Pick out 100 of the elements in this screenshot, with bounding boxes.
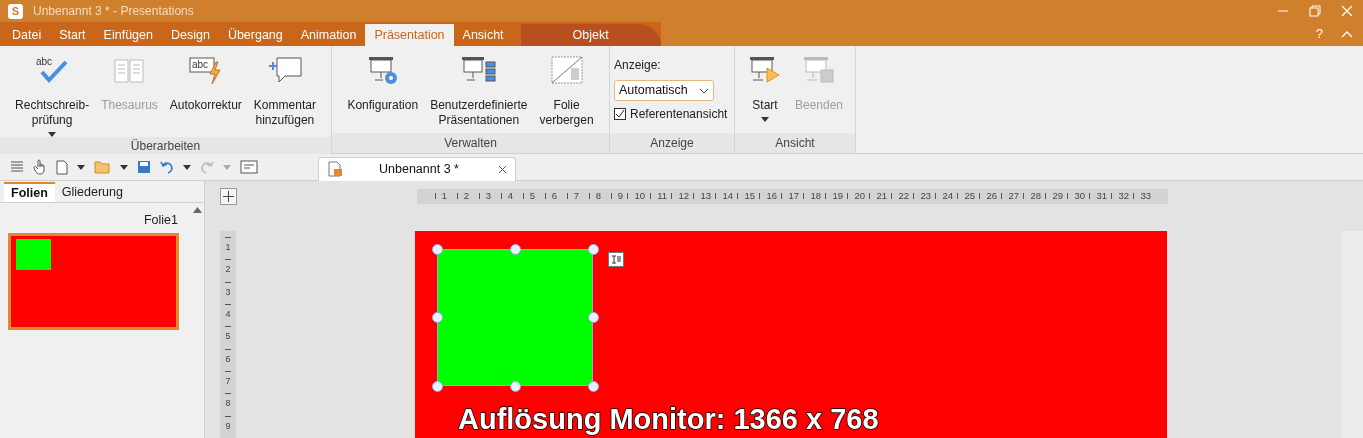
ruler-number: 25	[964, 188, 975, 203]
ruler-number: 8	[595, 188, 601, 203]
ruler-number: 9	[617, 188, 623, 203]
ruler-number: 6	[225, 352, 231, 366]
ribbon-tab[interactable]: Animation	[291, 24, 366, 46]
document-tab-title: Unbenannt 3 *	[379, 160, 459, 178]
ribbon-button[interactable]: Folie verbergen	[533, 46, 600, 128]
projector-stop-icon	[801, 54, 837, 86]
resize-handle[interactable]	[588, 312, 599, 323]
ruler-number: 26	[986, 188, 997, 203]
ribbon-tab[interactable]: Start	[50, 24, 95, 46]
ruler-number: 20	[854, 188, 865, 203]
ruler-number: 13	[700, 188, 711, 203]
slideshow-icon[interactable]	[240, 160, 258, 174]
chevron-down-icon	[699, 87, 709, 94]
hidden-slide-icon	[548, 54, 585, 86]
ruler-number: 22	[898, 188, 909, 203]
group-label: Überarbeiten	[130, 138, 201, 155]
ribbon-tab[interactable]: Datei	[3, 24, 51, 46]
ruler-number: 33	[1140, 188, 1151, 203]
undo-icon[interactable]	[160, 160, 174, 174]
context-tab[interactable]: Objekt	[520, 24, 661, 46]
ruler-number: 14	[722, 188, 733, 203]
ruler-number: 4	[507, 188, 513, 203]
ruler-number: 32	[1118, 188, 1129, 203]
ruler-number: 6	[551, 188, 557, 203]
ruler-number: 12	[678, 188, 689, 203]
caret-icon	[77, 164, 85, 170]
group-label: Verwalten	[444, 135, 497, 152]
resize-handle[interactable]	[510, 381, 521, 392]
ruler-number: 5	[529, 188, 535, 203]
ruler-number: 2	[225, 263, 231, 277]
ruler-number: 27	[1008, 188, 1019, 203]
ribbon-tab[interactable]: Design	[161, 24, 219, 46]
presenter-view-checkbox[interactable]: Referentenansicht	[614, 105, 728, 123]
checkbox-square[interactable]	[614, 108, 626, 120]
crosshair-icon	[223, 190, 234, 202]
resize-handle[interactable]	[510, 244, 521, 255]
ruler-number: 18	[810, 188, 821, 203]
save-icon[interactable]	[137, 160, 151, 174]
display-dropdown[interactable]: Automatisch	[614, 80, 714, 101]
ruler-corner[interactable]	[220, 187, 237, 205]
display-label: Anzeige:	[614, 57, 661, 74]
close-icon[interactable]	[1341, 5, 1353, 17]
resize-handle[interactable]	[588, 381, 599, 392]
ruler-number: 16	[766, 188, 777, 203]
ruler-number: 21	[876, 188, 887, 203]
ruler-number: 28	[1030, 188, 1041, 203]
ribbon-tab[interactable]: Übergang	[218, 24, 292, 46]
ribbon-tab[interactable]: Ansicht	[453, 24, 513, 46]
ruler-number: 19	[832, 188, 843, 203]
resize-handle[interactable]	[432, 244, 443, 255]
list-icon[interactable]	[10, 160, 24, 174]
slide-label: Folie1	[143, 212, 179, 229]
folder-icon[interactable]	[94, 160, 111, 174]
ribbon-tab[interactable]: Einfügen	[94, 24, 162, 46]
ruler-number: 7	[225, 374, 231, 388]
ruler-number: 3	[225, 285, 231, 299]
slide-thumbnail[interactable]	[8, 232, 179, 330]
hand-icon[interactable]	[33, 159, 47, 175]
ruler-number: 4	[225, 308, 231, 321]
document-tab[interactable]: Unbenannt 3 *	[318, 156, 516, 181]
group-label: Ansicht	[775, 135, 815, 152]
ribbon-button[interactable]: abc Autokorrektur	[163, 46, 248, 113]
ribbon-button[interactable]: abc Rechtschreib- prüfung	[9, 46, 96, 137]
ruler-number: 31	[1096, 188, 1107, 203]
ribbon-button[interactable]: Konfiguration	[341, 46, 425, 113]
text-frame-icon[interactable]	[608, 252, 624, 267]
slide-caption: Auflösung Monitor: 1366 x 768	[458, 402, 879, 437]
ruler-number: 7	[573, 188, 579, 203]
thumbnail-square	[16, 238, 51, 270]
ruler-number: 29	[1052, 188, 1063, 203]
close-tab-icon[interactable]	[498, 164, 507, 174]
ruler-number: 2	[463, 188, 469, 203]
ribbon-button[interactable]: Kommentar hinzufügen	[247, 46, 322, 128]
group-label: Anzeige	[650, 135, 694, 152]
caret-icon	[120, 164, 128, 170]
collapse-ribbon-icon[interactable]	[1341, 30, 1353, 38]
panel-tab[interactable]: Gliederung	[54, 182, 130, 202]
ruler-number: 1	[441, 188, 447, 203]
caret-icon	[760, 117, 769, 122]
resize-handle[interactable]	[432, 312, 443, 323]
presentation-file-icon	[327, 161, 343, 177]
ruler-number: 11	[657, 188, 667, 203]
ruler-number: 23	[920, 188, 931, 203]
ruler-number: 15	[744, 188, 755, 203]
scroll-up-icon[interactable]	[193, 207, 202, 213]
restore-icon[interactable]	[1309, 5, 1321, 17]
caret-icon	[183, 164, 191, 170]
resize-handle[interactable]	[432, 381, 443, 392]
ruler-number: 8	[225, 397, 231, 411]
panel-tab[interactable]: Folien	[4, 182, 55, 202]
ribbon-button[interactable]: Start	[740, 46, 789, 122]
checkmark-icon	[615, 109, 625, 119]
app-logo: S	[8, 3, 23, 19]
ruler-number: 30	[1074, 188, 1085, 203]
new-document-icon[interactable]	[56, 159, 68, 175]
ribbon-button[interactable]: Benutzerdefinierte Präsentationen	[424, 46, 534, 128]
resize-handle[interactable]	[588, 244, 599, 255]
ruler-number: 5	[225, 330, 231, 344]
